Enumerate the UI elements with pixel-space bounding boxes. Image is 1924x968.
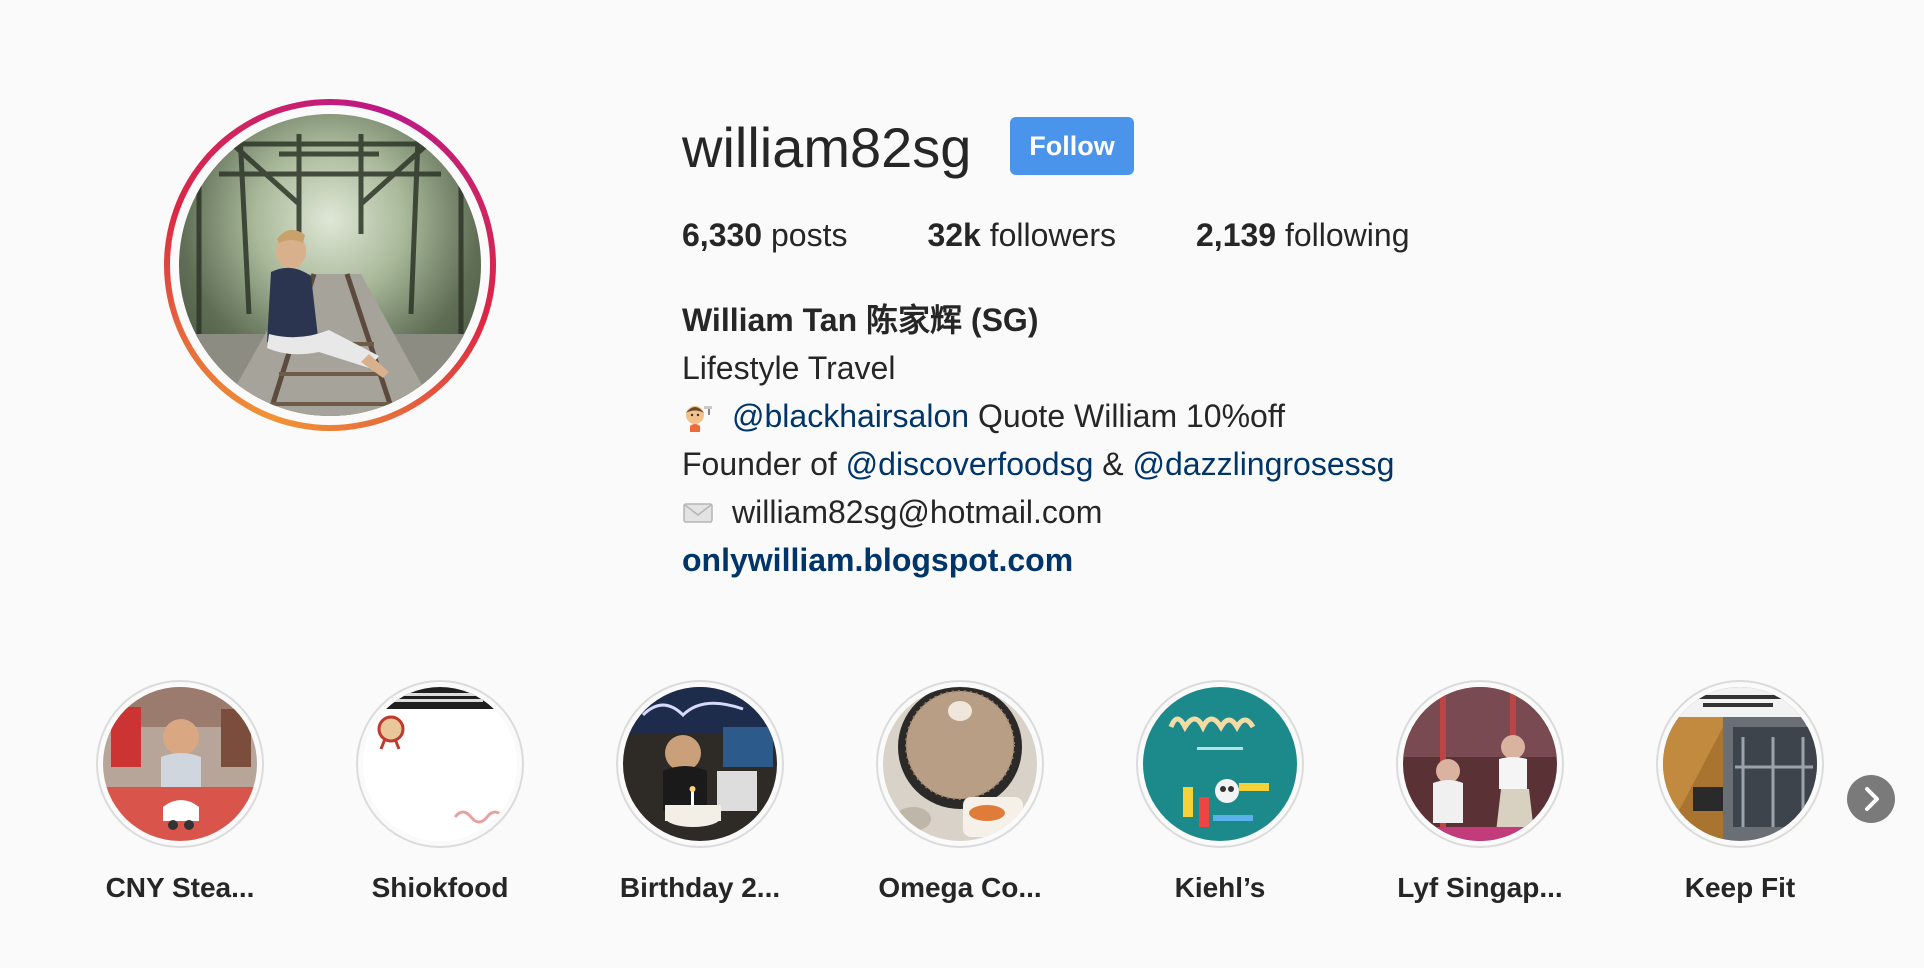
omega-coffee-cover-icon [883,687,1037,841]
profile-full-name: William Tan 陈家辉 (SG) [682,302,1039,338]
dazzlingrosessg-mention-link[interactable]: @dazzlingrosessg [1133,446,1395,482]
profile-category: Lifestyle Travel [682,350,896,386]
followers-stat[interactable]: 32k followers [927,215,1116,255]
highlight-item[interactable]: Keep Fit [1652,680,1828,904]
followers-count: 32k [927,217,981,253]
website-link[interactable]: onlywilliam.blogspot.com [682,542,1073,578]
shiokfood-cover-icon [363,687,517,841]
birthday-cover-icon [623,687,777,841]
followers-label: followers [989,217,1116,253]
lyf-singapore-cover-icon [1403,687,1557,841]
barber-emoji-icon [682,397,714,432]
profile-username: william82sg [682,116,972,179]
following-label: following [1284,217,1410,253]
bio-website-line: onlywilliam.blogspot.com [682,536,1394,584]
profile-avatar[interactable] [164,99,496,431]
story-highlights: CNY Stea... Shiokfood Birthday 2... Omeg… [92,680,1912,904]
follow-button[interactable]: Follow [1010,117,1134,175]
highlight-item[interactable]: Omega Co... [872,680,1048,904]
highlight-label: Kiehl’s [1174,872,1266,903]
kiehls-cover-icon [1143,687,1297,841]
salon-quote-text: Quote William 10%off [969,398,1286,434]
avatar-photo [179,114,481,416]
founder-prefix-text: Founder of [682,446,846,482]
profile-page: william82sg Follow 6,330 posts 32k follo… [0,0,1924,968]
ampersand-text: & [1093,446,1133,482]
highlight-label: Keep Fit [1684,872,1796,903]
contact-email-text: william82sg@hotmail.com [732,494,1103,530]
blackhairsalon-mention-link[interactable]: @blackhairsalon [732,398,969,434]
following-stat[interactable]: 2,139 following [1196,215,1409,255]
keep-fit-cover-icon [1663,687,1817,841]
highlight-item[interactable]: Birthday 2... [612,680,788,904]
posts-stat: 6,330 posts [682,215,847,255]
highlight-label: Omega Co... [878,872,1042,903]
highlight-item[interactable]: Shiokfood [352,680,528,904]
cny-steamboat-cover-icon [103,687,257,841]
posts-label: posts [770,217,848,253]
bio-founder-line: Founder of @discoverfoodsg & @dazzlingro… [682,440,1394,488]
profile-bio: William Tan 陈家辉 (SG) Lifestyle Travel @b… [682,296,1394,584]
highlights-next-button[interactable] [1847,775,1895,823]
envelope-emoji-icon [682,493,714,525]
highlight-label: CNY Stea... [105,872,255,903]
posts-count: 6,330 [682,217,763,253]
chevron-right-icon [1865,787,1879,811]
highlight-label: Shiokfood [371,872,509,903]
profile-stats: 6,330 posts 32k followers 2,139 followin… [682,215,1489,255]
bio-email-line: william82sg@hotmail.com [682,488,1394,536]
highlight-item[interactable]: Kiehl’s [1132,680,1308,904]
highlight-label: Birthday 2... [619,872,781,903]
highlight-item[interactable]: CNY Stea... [92,680,268,904]
discoverfoodsg-mention-link[interactable]: @discoverfoodsg [846,446,1094,482]
highlight-item[interactable]: Lyf Singap... [1392,680,1568,904]
bio-salon-line: @blackhairsalon Quote William 10%off [682,392,1394,440]
highlight-label: Lyf Singap... [1397,872,1563,903]
following-count: 2,139 [1196,217,1277,253]
